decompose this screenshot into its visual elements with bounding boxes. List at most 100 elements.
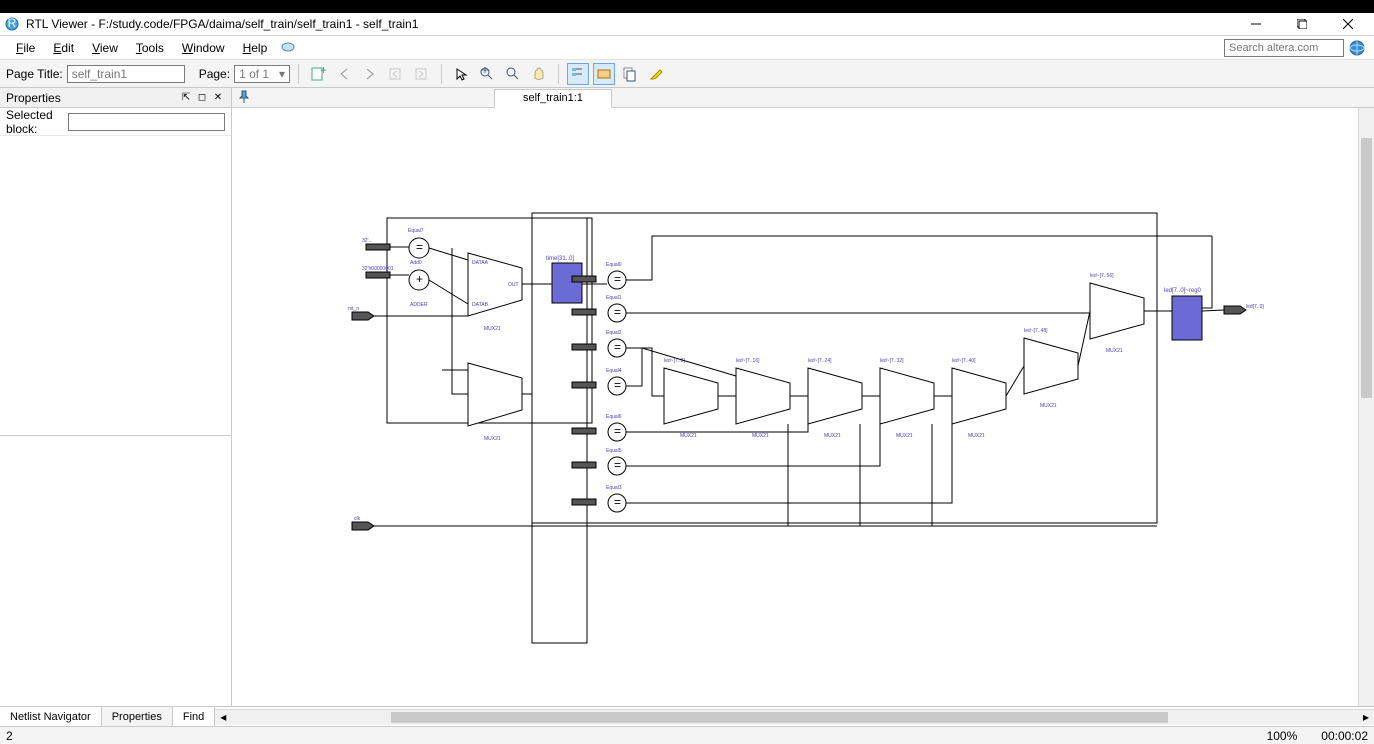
svg-text:MUX21: MUX21 [752, 433, 769, 439]
copy-icon[interactable] [619, 63, 641, 85]
svg-text:led~[7..16]: led~[7..16] [736, 358, 760, 364]
mux-chain-2[interactable]: MUX21 led~[7..16] [736, 358, 790, 439]
pin-led-out[interactable]: led[7..0] [1224, 304, 1264, 314]
svg-text:led~[7..24]: led~[7..24] [808, 358, 832, 364]
horizontal-scrollbar[interactable]: ◂ ▸ [215, 709, 1374, 725]
menu-file[interactable]: File [8, 39, 43, 57]
page-label: Page: [199, 67, 230, 81]
svg-text:time[31..0]: time[31..0] [546, 256, 574, 262]
comp-equal6[interactable]: =Equal6 [606, 414, 626, 441]
svg-text:MUX21: MUX21 [484, 436, 501, 442]
maximize-button[interactable] [1288, 14, 1316, 34]
search-input[interactable] [1224, 39, 1344, 57]
svg-text:=: = [614, 495, 621, 509]
selected-block-input[interactable] [68, 113, 225, 131]
page-next-icon[interactable] [411, 63, 433, 85]
svg-text:ADDER: ADDER [410, 302, 428, 308]
zoom-in-icon[interactable]: + [476, 63, 498, 85]
scroll-right-icon[interactable]: ▸ [1358, 710, 1374, 725]
menu-tools[interactable]: Tools [128, 39, 172, 57]
pointer-icon[interactable] [450, 63, 472, 85]
svg-text:led[7..0]: led[7..0] [1246, 304, 1264, 310]
globe-icon[interactable] [1348, 39, 1366, 57]
mux-0[interactable]: DATAA DATAB OUT MUX21 [468, 253, 522, 332]
hand-pan-icon[interactable] [528, 63, 550, 85]
new-page-icon[interactable]: + [307, 63, 329, 85]
tab-properties[interactable]: Properties [102, 707, 173, 726]
menu-help[interactable]: Help [235, 39, 276, 57]
svg-text:+: + [320, 66, 326, 77]
svg-text:+: + [482, 66, 489, 77]
vertical-scrollbar[interactable] [1358, 108, 1374, 706]
mux-chain-7[interactable]: MUX21led~[7..56] [1090, 273, 1144, 354]
close-button[interactable] [1334, 14, 1362, 34]
mux-chain-4[interactable]: MUX21 led~[7..32] [880, 358, 934, 439]
reg-led[interactable]: led[7..0]~reg0 [1164, 288, 1202, 340]
mux-chain-5[interactable]: MUX21led~[7..40] [952, 358, 1006, 439]
comp-add0[interactable]: + Add0 ADDER [409, 260, 429, 308]
view-hierarchy-icon[interactable] [567, 63, 589, 85]
comp-equal1[interactable]: =Equal1 [606, 295, 626, 322]
tab-find[interactable]: Find [173, 707, 215, 726]
svg-text:clk: clk [354, 516, 361, 522]
nav-back-icon[interactable] [333, 63, 355, 85]
comp-equal5[interactable]: =Equal5 [606, 448, 626, 475]
svg-text:=: = [416, 240, 423, 254]
panel-pin-icon[interactable]: ⇱ [179, 91, 193, 105]
pin-clk[interactable]: clk [352, 516, 374, 530]
svg-text:Equal3: Equal3 [606, 485, 622, 491]
svg-text:Equal4: Equal4 [606, 368, 622, 374]
zoom-fit-icon[interactable] [502, 63, 524, 85]
status-time: 00:00:02 [1321, 729, 1368, 743]
window-title: RTL Viewer - F:/study.code/FPGA/daima/se… [26, 17, 418, 31]
minimize-button[interactable] [1242, 14, 1270, 34]
view-schematic-icon[interactable] [593, 63, 615, 85]
page-select[interactable]: 1 of 1▾ [234, 65, 290, 83]
mux-chain-3[interactable]: MUX21 led~[7..24] [808, 358, 862, 439]
mux-1[interactable]: MUX21 [468, 363, 522, 442]
highlight-icon[interactable] [645, 63, 667, 85]
svg-text:MUX21: MUX21 [968, 433, 985, 439]
svg-text:=: = [614, 340, 621, 354]
comp-equal3[interactable]: = Equal3 [606, 485, 626, 512]
comp-equal4[interactable]: = Equal4 [606, 368, 626, 395]
svg-text:OUT: OUT [508, 282, 519, 288]
schematic-canvas[interactable]: rst_n clk 32'... 32'h00000001 = Equal7 + [232, 108, 1374, 706]
help-bubble-icon[interactable] [277, 37, 299, 59]
properties-title: Properties [6, 91, 61, 105]
page-title-field[interactable]: self_train1 [67, 65, 185, 83]
panel-float-icon[interactable]: ◻ [195, 91, 209, 105]
pin-rst-n[interactable]: rst_n [348, 306, 374, 320]
pushpin-icon[interactable] [236, 89, 254, 107]
svg-text:MUX21: MUX21 [484, 326, 501, 332]
svg-text:32'h00000001: 32'h00000001 [362, 266, 394, 272]
svg-text:led~[7..56]: led~[7..56] [1090, 273, 1114, 279]
mux-chain-1[interactable]: MUX21led~[7..8] [664, 358, 718, 439]
menu-window[interactable]: Window [174, 39, 233, 57]
comp-equal0[interactable]: =Equal0 [606, 262, 626, 289]
menu-edit[interactable]: Edit [45, 39, 82, 57]
svg-text:led~[7..8]: led~[7..8] [664, 358, 685, 364]
svg-text:MUX21: MUX21 [896, 433, 913, 439]
mux-chain-6[interactable]: MUX21led~[7..48] [1024, 328, 1078, 409]
comp-equal2[interactable]: =Equal2 [606, 330, 626, 357]
page-title-label: Page Title: [6, 67, 63, 81]
svg-text:=: = [614, 378, 621, 392]
panel-close-icon[interactable]: ✕ [211, 91, 225, 105]
bottom-tab-bar: Netlist Navigator Properties Find ◂ ▸ [0, 706, 1374, 726]
svg-text:MUX21: MUX21 [824, 433, 841, 439]
svg-text:led~[7..32]: led~[7..32] [880, 358, 904, 364]
nav-forward-icon[interactable] [359, 63, 381, 85]
status-bar: 2 100% 00:00:02 [0, 726, 1374, 744]
properties-area-lower [0, 436, 231, 706]
tab-netlist-navigator[interactable]: Netlist Navigator [0, 707, 102, 726]
canvas-tab[interactable]: self_train1:1 [494, 89, 612, 108]
menu-view[interactable]: View [84, 39, 126, 57]
properties-area-upper [0, 136, 231, 436]
scroll-left-icon[interactable]: ◂ [215, 710, 231, 725]
svg-text:led~[7..48]: led~[7..48] [1024, 328, 1048, 334]
comp-equal7[interactable]: = Equal7 [408, 228, 429, 258]
svg-text:Equal6: Equal6 [606, 414, 622, 420]
svg-text:Equal0: Equal0 [606, 262, 622, 268]
page-prev-icon[interactable] [385, 63, 407, 85]
